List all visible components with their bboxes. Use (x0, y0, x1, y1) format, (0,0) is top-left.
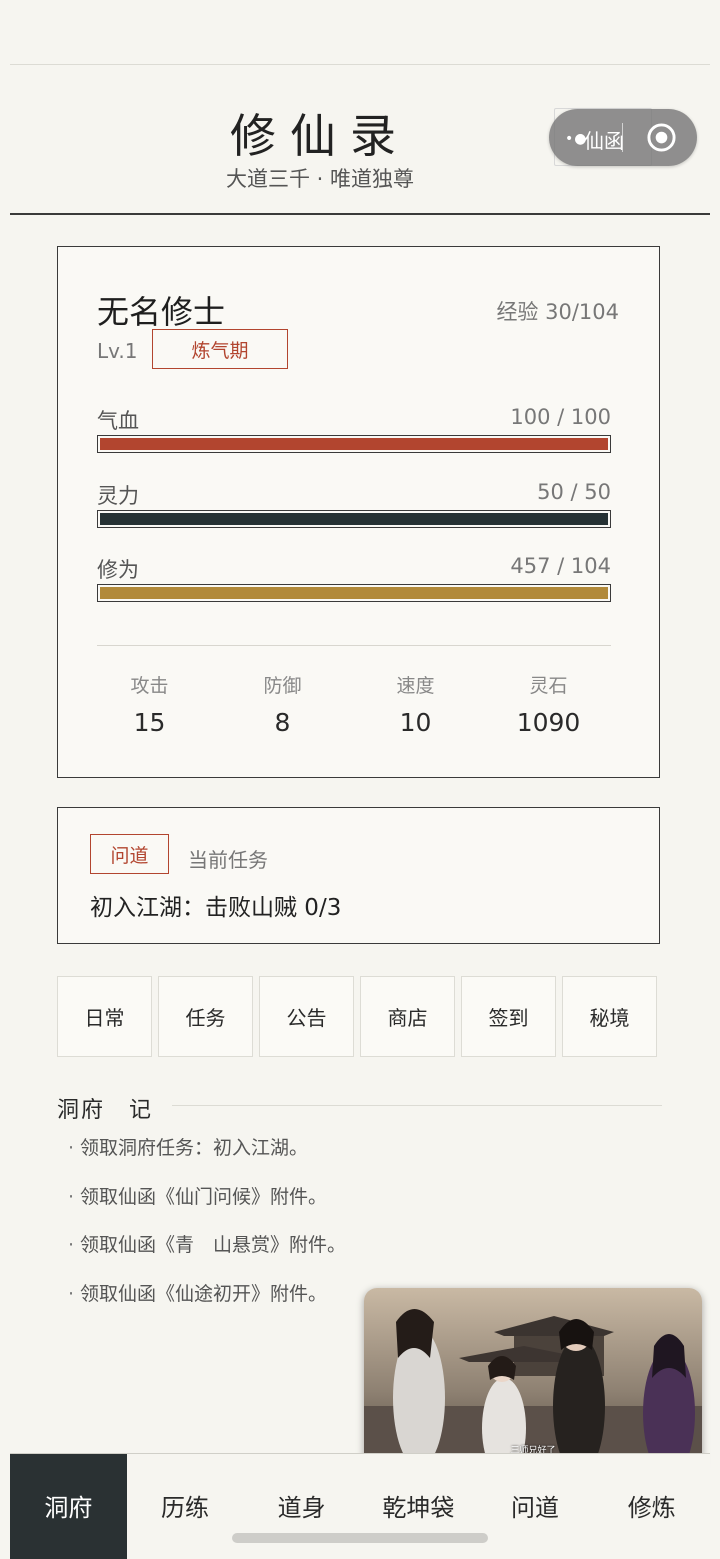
player-name: 无名修士 (97, 293, 226, 331)
hp-bar (97, 435, 611, 453)
log-title: 洞府 记 (57, 1098, 154, 1123)
home-indicator[interactable] (232, 1533, 488, 1543)
tab-inventory[interactable]: 乾坤袋 (360, 1454, 477, 1559)
log-rule (172, 1105, 662, 1106)
hp-label: 气血 (97, 409, 139, 433)
log-item: · 领取仙函《青 山悬赏》附件。 (68, 1234, 347, 1256)
quest-text: 初入江湖：击败山贼 0/3 (90, 895, 342, 921)
shop-button[interactable]: 商店 (360, 976, 455, 1057)
speed-label: 速度 (396, 675, 435, 697)
mp-bar (97, 510, 611, 528)
hp-bar-fill (100, 438, 608, 450)
cultivation-bar (97, 584, 611, 602)
speed-stat: 速度 10 (349, 671, 482, 737)
target-icon[interactable] (646, 122, 677, 153)
header-rule (10, 213, 710, 215)
speed-value: 10 (399, 708, 432, 737)
tab-training[interactable]: 历练 (127, 1454, 244, 1559)
level-label: Lv.1 (97, 339, 138, 363)
announcement-button[interactable]: 公告 (259, 976, 354, 1057)
attack-value: 15 (133, 708, 166, 737)
attack-label: 攻击 (130, 675, 169, 697)
miniprogram-capsule[interactable]: •● 仙函 (549, 109, 697, 166)
page-title: 修仙录 (230, 109, 410, 163)
page-subtitle: 大道三千 · 唯道独尊 (225, 167, 415, 191)
mp-label: 灵力 (97, 484, 139, 508)
cultivation-bar-fill (100, 587, 608, 599)
attribute-grid: 攻击 15 防御 8 速度 10 灵石 1090 (97, 671, 627, 737)
defense-value: 8 (274, 708, 291, 737)
tasks-button[interactable]: 任务 (158, 976, 253, 1057)
log-item: · 领取洞府任务：初入江湖。 (68, 1137, 309, 1159)
log-item: · 领取仙函《仙途初开》附件。 (68, 1282, 328, 1305)
spirit-stone-value: 1090 (516, 708, 581, 737)
defense-stat: 防御 8 (216, 671, 349, 737)
exp-label: 经验 30/104 (496, 300, 619, 324)
secret-realm-button[interactable]: 秘境 (562, 976, 657, 1057)
mp-value: 50 / 50 (537, 480, 611, 504)
checkin-button[interactable]: 签到 (461, 976, 556, 1057)
mail-label[interactable]: 仙函 (584, 125, 624, 154)
quest-card[interactable]: 问道 当前任务 初入江湖：击败山贼 0/3 (57, 807, 660, 944)
profile-card: 无名修士 经验 30/104 Lv.1 炼气期 气血 100 / 100 灵力 … (57, 246, 660, 778)
spirit-stone-label: 灵石 (529, 675, 568, 697)
capsule-divider (622, 123, 623, 152)
log-list: · 领取洞府任务：初入江湖。 · 领取仙函《仙门问候》附件。 · 领取仙函《青 山悬赏… (68, 1133, 346, 1327)
function-menu: 日常 任务 公告 商店 签到 秘境 (57, 976, 657, 1057)
log-item: · 领取仙函《仙门问候》附件。 (68, 1185, 328, 1208)
tab-cultivate[interactable]: 修炼 (593, 1454, 710, 1559)
mp-bar-fill (100, 513, 608, 525)
realm-badge: 炼气期 (152, 329, 288, 369)
tab-body[interactable]: 道身 (243, 1454, 360, 1559)
defense-label: 防御 (263, 675, 302, 697)
tab-inquiry[interactable]: 问道 (477, 1454, 594, 1559)
cultivation-label: 修为 (97, 558, 139, 582)
bottom-tab-bar: 洞府 历练 道身 乾坤袋 问道 修炼 (10, 1453, 710, 1559)
spirit-stone-stat: 灵石 1090 (482, 671, 615, 737)
hp-value: 100 / 100 (510, 405, 611, 429)
quest-heading: 当前任务 (188, 848, 268, 872)
quest-tag: 问道 (90, 834, 169, 874)
card-divider (97, 645, 611, 646)
daily-button[interactable]: 日常 (57, 976, 152, 1057)
tab-cave[interactable]: 洞府 (10, 1454, 127, 1559)
attack-stat: 攻击 15 (83, 671, 216, 737)
cultivation-value: 457 / 104 (510, 554, 611, 578)
top-divider (10, 64, 710, 65)
floating-video-player[interactable]: 三师兄好了 (364, 1288, 702, 1476)
